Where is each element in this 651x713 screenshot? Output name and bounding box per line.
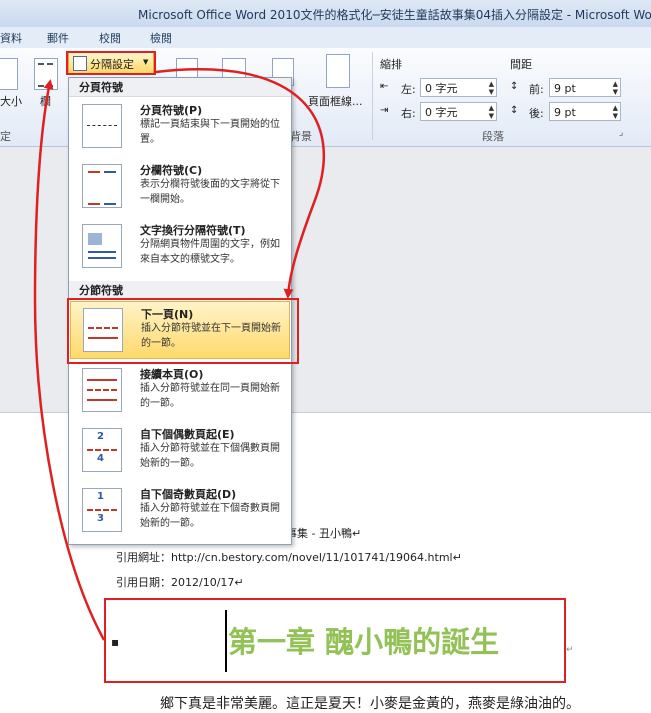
arrow-to-breaks-button <box>33 79 106 641</box>
annotation-arrows <box>33 68 325 641</box>
arrow-to-next-page <box>155 68 325 299</box>
